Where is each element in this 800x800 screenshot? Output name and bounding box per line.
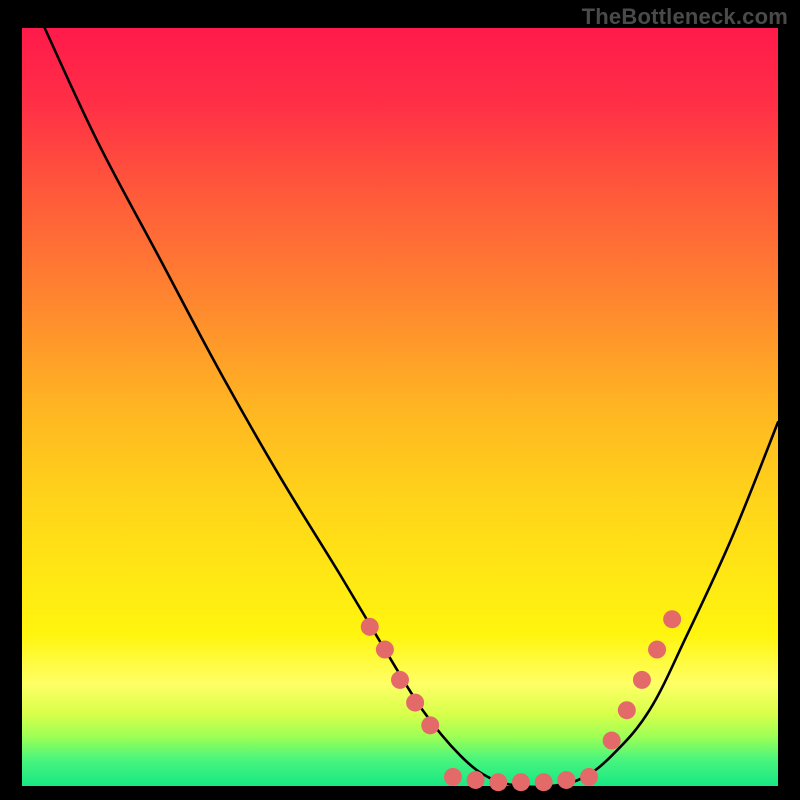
chart-frame: TheBottleneck.com xyxy=(0,0,800,800)
watermark-text: TheBottleneck.com xyxy=(582,4,788,30)
bottleneck-chart xyxy=(0,0,800,800)
